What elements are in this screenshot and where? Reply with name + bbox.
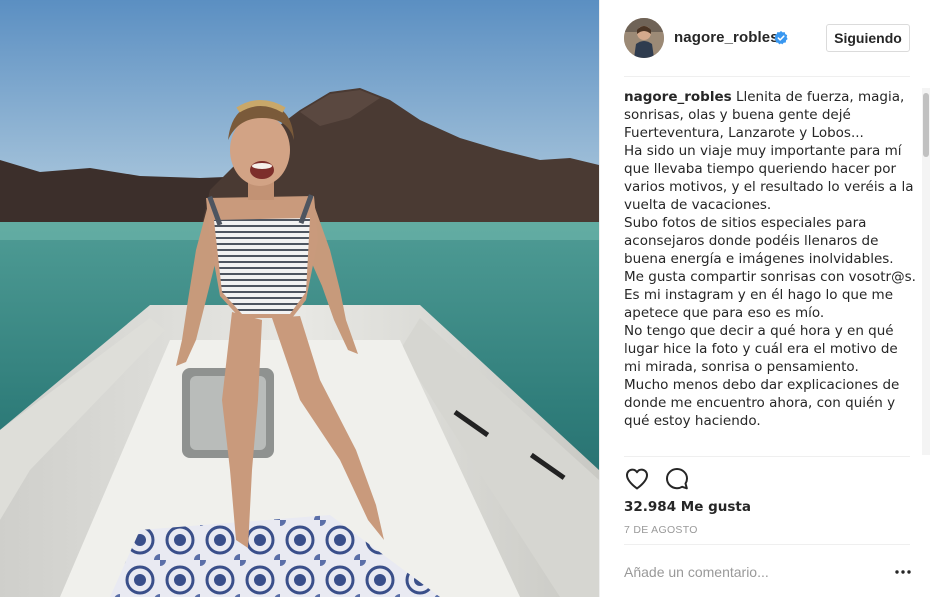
divider bbox=[624, 76, 910, 77]
more-options-icon[interactable] bbox=[894, 562, 912, 582]
comment-input[interactable] bbox=[624, 560, 874, 584]
following-button[interactable]: Siguiendo bbox=[826, 24, 910, 52]
caption: nagore_robles Llenita de fuerza, magia, … bbox=[624, 88, 918, 455]
post-photo[interactable] bbox=[0, 0, 599, 597]
avatar[interactable] bbox=[624, 18, 664, 58]
likes-count[interactable]: 32.984 Me gusta bbox=[624, 499, 751, 515]
post-date[interactable]: 7 DE AGOSTO bbox=[624, 524, 698, 536]
heart-icon[interactable] bbox=[624, 466, 650, 492]
post-header: nagore_robles Siguiendo bbox=[600, 0, 933, 76]
comment-icon[interactable] bbox=[664, 466, 690, 492]
author-username[interactable]: nagore_robles bbox=[674, 29, 779, 46]
caption-scrollbar[interactable] bbox=[922, 88, 930, 455]
post-photo-drawing bbox=[0, 0, 599, 597]
divider bbox=[624, 456, 910, 457]
post-sidebar: nagore_robles Siguiendo nagore_robles Ll… bbox=[599, 0, 933, 597]
divider bbox=[624, 544, 910, 545]
profile-photo-icon bbox=[624, 18, 664, 58]
caption-username[interactable]: nagore_robles bbox=[624, 89, 732, 105]
caption-text: Llenita de fuerza, magia, sonrisas, olas… bbox=[624, 89, 916, 429]
scrollbar-thumb[interactable] bbox=[923, 93, 929, 157]
verified-badge-icon bbox=[774, 31, 788, 45]
